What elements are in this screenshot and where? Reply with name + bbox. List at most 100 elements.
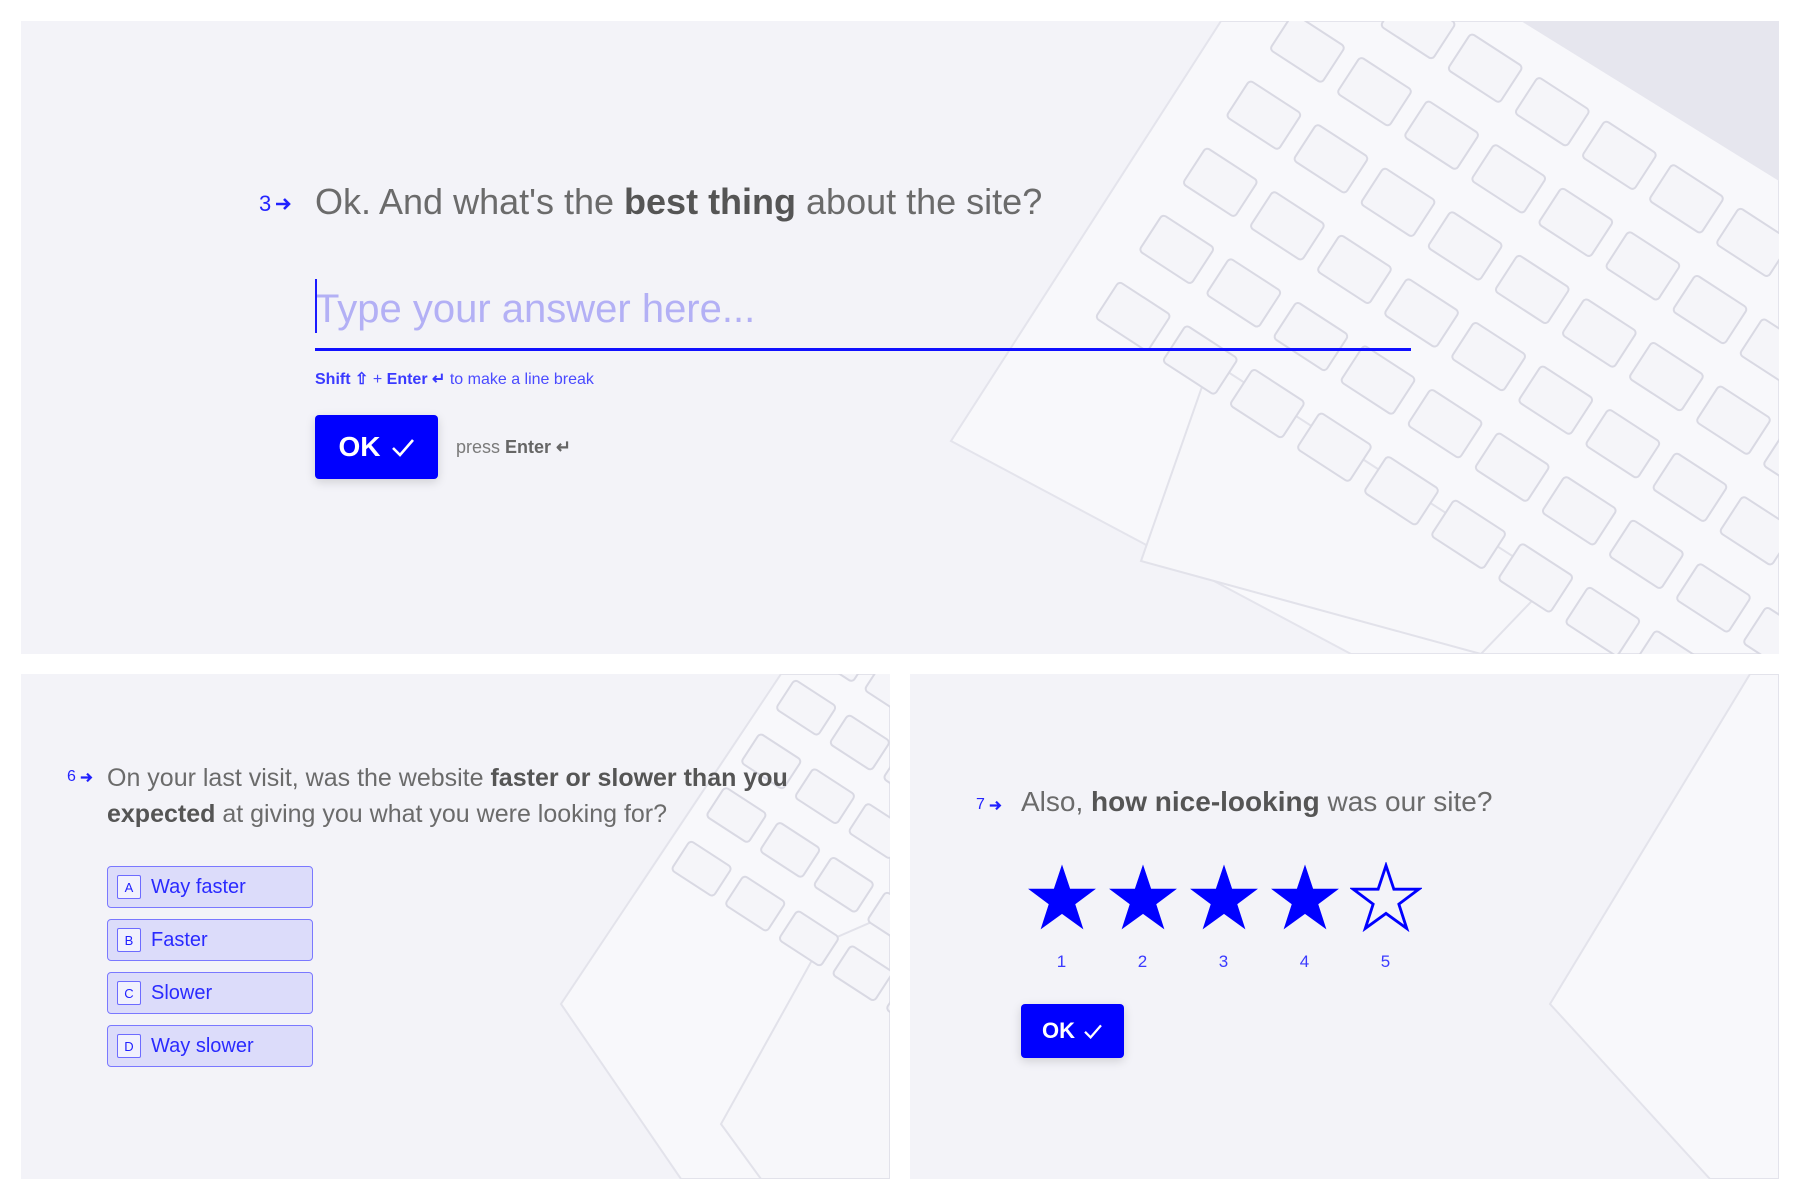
keyboard-key-decoration — [1364, 456, 1439, 526]
keyboard-key-decoration — [1494, 254, 1570, 325]
keyboard-key-decoration — [1297, 412, 1372, 482]
keyboard-key-decoration — [1404, 100, 1479, 170]
keyboard-key-decoration — [1629, 342, 1704, 412]
star-filled-icon — [1108, 864, 1177, 930]
keyboard-key-decoration — [1427, 211, 1503, 281]
keyboard-key-decoration — [1139, 214, 1214, 284]
choice-label: Way slower — [151, 1034, 254, 1057]
press-label: press — [456, 437, 506, 457]
star-number-label: 1 — [1056, 952, 1067, 971]
keyboard-key-decoration — [1672, 274, 1748, 345]
keyboard-key-decoration — [1498, 543, 1573, 613]
ok-button-label: OK — [338, 431, 381, 462]
keyboard-key-decoration — [1474, 432, 1550, 502]
answer-input-wrapper — [315, 279, 1411, 351]
keyboard-key-decoration — [1270, 21, 1345, 83]
question-6-panel: 6 On your last visit, was the website fa… — [21, 674, 890, 1179]
checkmark-icon — [1084, 1024, 1102, 1039]
keyboard-key-decoration — [1447, 33, 1523, 103]
question-text-part: Also, — [1021, 786, 1092, 817]
answer-input[interactable] — [315, 279, 1411, 339]
choice-option[interactable]: B Faster — [107, 919, 313, 961]
choice-label: Way faster — [151, 875, 246, 898]
choice-label: Slower — [151, 981, 213, 1004]
choice-option[interactable]: D Way slower — [107, 1025, 313, 1067]
keyboard-key-decoration — [1719, 496, 1779, 566]
star-number-label: 4 — [1299, 952, 1310, 971]
keyboard-key-decoration — [1538, 187, 1614, 257]
choice-option[interactable]: A Way faster — [107, 866, 313, 908]
keyboard-key-decoration — [813, 856, 874, 913]
star-filled-icon — [1189, 864, 1258, 930]
question-text: On your last visit, was the website fast… — [107, 760, 847, 832]
question-text-emphasis: how nice-looking — [1091, 786, 1320, 817]
keyboard-key-decoration — [778, 910, 839, 967]
star-rating-item[interactable]: 4 — [1264, 862, 1345, 972]
keyboard-key-decoration — [1514, 77, 1590, 147]
answer-input-underline — [315, 348, 1411, 351]
question-text: Ok. And what's the best thing about the … — [315, 181, 1042, 223]
question-number-text: 3 — [259, 191, 272, 216]
keyboard-key-decoration — [1716, 207, 1779, 277]
press-enter-hint: press Enter ↵ — [456, 437, 571, 458]
keyboard-key-decoration — [832, 945, 890, 1002]
star-rating-item[interactable]: 1 — [1021, 862, 1102, 972]
star-rating: 1 2 3 4 5 — [1021, 862, 1426, 972]
star-rating-item[interactable]: 3 — [1183, 862, 1264, 972]
checkmark-icon — [391, 439, 414, 457]
keyboard-key-decoration — [886, 980, 890, 1036]
star-number-label: 2 — [1137, 952, 1148, 971]
question-number: 3 — [259, 191, 293, 217]
shift-key-hint: Shift ⇧ — [315, 371, 369, 388]
keyboard-key-decoration — [1565, 586, 1641, 654]
keyboard-key-decoration — [1609, 519, 1684, 589]
choice-key: D — [117, 1034, 141, 1058]
arrow-right-icon — [276, 198, 292, 210]
keyboard-key-decoration — [1585, 409, 1661, 479]
star-filled-icon — [1270, 864, 1339, 930]
keyboard-key-decoration — [811, 674, 871, 682]
keyboard-key-decoration — [671, 840, 732, 897]
question-text-part: about the site? — [796, 181, 1043, 222]
star-rating-item[interactable]: 2 — [1102, 862, 1183, 972]
keyboard-key-decoration — [1676, 563, 1751, 633]
question-7-panel: 7 Also, how nice-looking was our site? 1… — [910, 674, 1779, 1179]
keyboard-key-decoration — [1380, 21, 1456, 60]
keyboard-key-decoration — [1360, 167, 1436, 237]
star-shape — [1108, 864, 1177, 930]
ok-button[interactable]: OK — [315, 415, 438, 479]
arrow-right-icon — [989, 800, 1002, 810]
question-number: 7 — [976, 796, 1003, 814]
choice-key: A — [117, 875, 141, 899]
keyboard-key-decoration — [867, 891, 890, 948]
ok-button[interactable]: OK — [1021, 1004, 1124, 1058]
keyboard-key-decoration — [1337, 57, 1412, 127]
keyboard-key-decoration — [1226, 80, 1302, 150]
question-text: Also, how nice-looking was our site? — [1021, 786, 1492, 818]
choice-key: B — [117, 928, 141, 952]
question-text-emphasis: best thing — [624, 181, 797, 222]
keyboard-key-decoration — [1230, 369, 1305, 439]
ok-button-label: OK — [1042, 1018, 1075, 1043]
keyboard-key-decoration — [1471, 144, 1546, 214]
keyboard-key-decoration — [1293, 124, 1369, 194]
keyboard-key-decoration — [1183, 147, 1258, 217]
star-number-label: 3 — [1218, 952, 1229, 971]
keyboard-key-decoration — [1696, 385, 1771, 455]
question-3-panel: 3 Ok. And what's the best thing about th… — [21, 21, 1779, 654]
hint-text: to make a line break — [445, 371, 594, 388]
keyboard-key-decoration — [1739, 318, 1779, 388]
keyboard-key-decoration — [1652, 452, 1728, 522]
arrow-right-icon — [80, 772, 93, 782]
question-text-part: was our site? — [1319, 786, 1493, 817]
choice-list: A Way faster B Faster C Slower D Way slo… — [107, 866, 313, 1078]
star-rating-item[interactable]: 5 — [1345, 862, 1426, 972]
star-shape — [1027, 864, 1096, 930]
question-number-text: 6 — [67, 768, 76, 785]
star-shape — [1349, 862, 1422, 932]
choice-option[interactable]: C Slower — [107, 972, 313, 1014]
keyboard-key-decoration — [1250, 191, 1325, 261]
enter-key-hint: Enter ↵ — [386, 371, 446, 388]
question-text-part: Ok. And what's the — [315, 181, 625, 222]
keyboard-key-decoration — [1541, 476, 1617, 546]
